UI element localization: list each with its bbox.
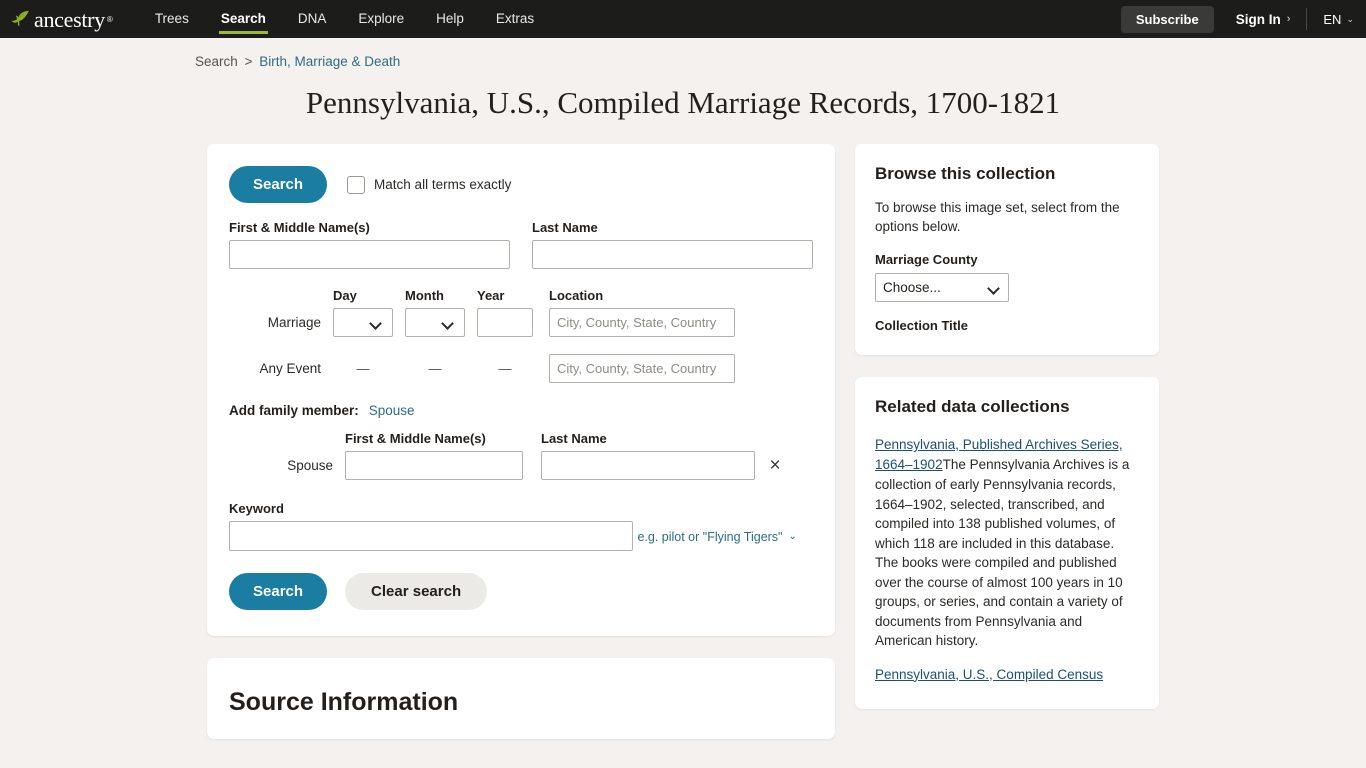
grid-row-spacer-2 (333, 337, 393, 354)
event-fields-grid: Day Month Year Location Marriage City, C… (229, 288, 813, 383)
grid-row-spacer-5 (465, 337, 477, 354)
related-collection-desc-1: The Pennsylvania Archives is a collectio… (875, 457, 1130, 648)
column-header-location: Location (549, 288, 604, 303)
chevron-down-icon: ⌄ (788, 531, 797, 542)
search-form-card: Search Match all terms exactly First & M… (207, 144, 835, 636)
marriage-county-label: Marriage County (875, 252, 978, 267)
browse-collection-card: Browse this collection To browse this im… (855, 144, 1159, 355)
language-label: EN (1323, 11, 1342, 27)
remove-spouse-icon[interactable]: × (755, 456, 785, 475)
clear-search-button[interactable]: Clear search (345, 573, 488, 610)
marriage-county-select[interactable]: Choose... (875, 273, 1009, 302)
browse-collection-description: To browse this image set, select from th… (875, 200, 1120, 234)
column-header-year: Year (477, 288, 505, 303)
related-collection-item: Pennsylvania, Published Archives Series,… (875, 435, 1139, 651)
match-exactly-toggle[interactable]: Match all terms exactly (347, 175, 512, 194)
grid-row-spacer-7 (533, 337, 549, 354)
keyword-label: Keyword (229, 501, 284, 516)
nav-item-search[interactable]: Search (205, 0, 282, 38)
form-action-row: Search Clear search (229, 573, 813, 610)
nav-item-help[interactable]: Help (420, 0, 480, 38)
marriage-month-wrap (405, 308, 465, 337)
any-event-day-dash: — (356, 361, 370, 376)
grid-row-spacer (229, 337, 333, 354)
marriage-day-select[interactable] (333, 308, 393, 337)
add-family-member-row: Add family member: Spouse (229, 403, 813, 418)
language-selector[interactable]: EN ⌄ (1306, 8, 1354, 30)
marriage-year-input[interactable] (477, 308, 533, 337)
search-button-top[interactable]: Search (229, 166, 328, 203)
right-sidebar: Browse this collection To browse this im… (855, 144, 1159, 709)
first-name-label: First & Middle Name(s) (229, 220, 370, 235)
row-label-any-event: Any Event (259, 361, 321, 376)
column-header-month: Month (405, 288, 444, 303)
spouse-last-name-header: Last Name (541, 431, 607, 446)
related-collection-link-2[interactable]: Pennsylvania, U.S., Compiled Census (875, 667, 1103, 682)
marriage-day-wrap (333, 308, 393, 337)
main-nav-items: Trees Search DNA Explore Help Extras (139, 0, 550, 38)
spouse-first-name-header: First & Middle Name(s) (345, 431, 486, 446)
breadcrumb-root[interactable]: Search (195, 54, 238, 69)
source-information-card: Source Information (207, 658, 835, 739)
last-name-label: Last Name (532, 220, 598, 235)
any-event-location-input[interactable] (549, 354, 735, 383)
marriage-county-select-wrap: Choose... (875, 273, 1009, 302)
related-collections-card: Related data collections Pennsylvania, P… (855, 377, 1159, 709)
source-information-title: Source Information (229, 688, 459, 716)
first-name-input[interactable] (229, 240, 510, 269)
keyword-group: Keyword e.g. pilot or "Flying Tigers" ⌄ (229, 501, 813, 551)
marriage-location-input[interactable] (549, 308, 735, 337)
nav-item-trees[interactable]: Trees (139, 0, 205, 38)
nav-item-extras[interactable]: Extras (480, 0, 550, 38)
row-label-marriage: Marriage (267, 315, 321, 330)
ancestry-logo[interactable]: ancestry ® (10, 7, 113, 32)
match-exactly-checkbox[interactable] (347, 175, 366, 194)
main-content: Search Match all terms exactly First & M… (207, 144, 1159, 739)
grid-row-spacer-3 (393, 337, 405, 354)
spouse-row-label: Spouse (287, 458, 333, 473)
last-name-input[interactable] (532, 240, 813, 269)
grid-row-spacer-6 (477, 337, 533, 354)
add-spouse-link[interactable]: Spouse (369, 403, 415, 418)
chevron-down-icon: ⌄ (1346, 13, 1354, 24)
top-navigation-bar: ancestry ® Trees Search DNA Explore Help … (0, 0, 1366, 38)
nav-item-explore[interactable]: Explore (342, 0, 420, 38)
primary-name-row: First & Middle Name(s) Last Name (229, 220, 813, 269)
search-button-bottom[interactable]: Search (229, 573, 328, 610)
search-form-top-row: Search Match all terms exactly (229, 166, 813, 203)
first-name-group: First & Middle Name(s) (229, 220, 510, 269)
nav-item-dna[interactable]: DNA (282, 0, 343, 38)
spouse-fields-grid: First & Middle Name(s) Last Name Spouse … (229, 431, 813, 480)
any-event-year-dash: — (498, 361, 512, 376)
marriage-month-select[interactable] (405, 308, 465, 337)
page-title: Pennsylvania, U.S., Compiled Marriage Re… (305, 85, 1061, 120)
spouse-last-name-input[interactable] (541, 451, 755, 480)
spouse-first-name-input[interactable] (345, 451, 523, 480)
keyword-hint-text: e.g. pilot or "Flying Tigers" (637, 529, 783, 544)
keyword-hint-toggle[interactable]: e.g. pilot or "Flying Tigers" ⌄ (637, 530, 796, 544)
subscribe-button[interactable]: Subscribe (1120, 5, 1214, 33)
header-actions: Subscribe Sign In › EN ⌄ (1120, 0, 1354, 38)
browse-collection-heading: Browse this collection (875, 164, 1056, 183)
chevron-right-icon: › (1286, 13, 1291, 25)
collection-title-label: Collection Title (875, 318, 968, 333)
column-header-day: Day (333, 288, 357, 303)
any-event-month-dash: — (428, 361, 442, 376)
match-exactly-label: Match all terms exactly (374, 177, 512, 192)
last-name-group: Last Name (532, 220, 813, 269)
add-family-label: Add family member: (229, 403, 359, 418)
breadcrumb-current[interactable]: Birth, Marriage & Death (259, 54, 400, 69)
grid-row-spacer-4 (405, 337, 465, 354)
logo-wordmark: ancestry (34, 7, 105, 32)
related-collections-heading: Related data collections (875, 397, 1070, 416)
sign-in-button[interactable]: Sign In › (1214, 0, 1307, 38)
grid-row-spacer-8 (549, 337, 735, 354)
sign-in-label: Sign In (1235, 11, 1281, 27)
left-column: Search Match all terms exactly First & M… (207, 144, 835, 739)
logo-trademark: ® (106, 14, 113, 24)
breadcrumb: Search > Birth, Marriage & Death (0, 54, 1366, 69)
breadcrumb-separator: > (244, 54, 253, 69)
keyword-input[interactable] (229, 521, 633, 551)
leaf-icon (11, 10, 29, 26)
